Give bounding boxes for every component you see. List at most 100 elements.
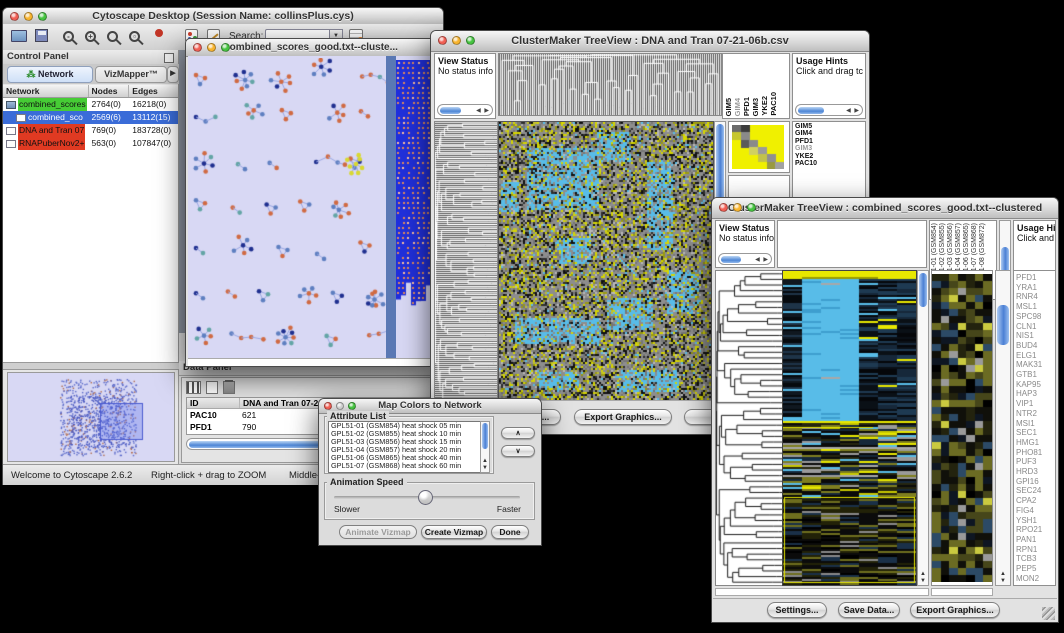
- tv2-row-label[interactable]: SEC1: [1014, 428, 1055, 438]
- tv2-heatmap-canvas[interactable]: [782, 270, 917, 586]
- network-table-row[interactable]: DNA and Tran 07 769(0) 183728(0): [3, 124, 178, 137]
- splitter-handle[interactable]: [3, 362, 179, 370]
- attribute-listbox[interactable]: GPL51-01 (GSM854) heat shock 05 minGPL51…: [328, 421, 482, 473]
- tab-network[interactable]: ⁂ Network: [7, 66, 93, 83]
- close-icon[interactable]: [193, 43, 202, 52]
- tv1-thumbnail-panel[interactable]: [728, 121, 790, 173]
- minimize-icon[interactable]: [24, 12, 33, 21]
- minimize-icon[interactable]: [336, 402, 344, 410]
- zoom-window-icon[interactable]: [747, 203, 756, 212]
- tv2-rowlabel-scrollbar[interactable]: ▲▼: [995, 270, 1011, 586]
- tv2-row-label[interactable]: MAK31: [1014, 360, 1055, 370]
- treeview2-titlebar[interactable]: ClusterMaker TreeView : combined_scores_…: [712, 198, 1058, 219]
- tv1-export-graphics-button[interactable]: Export Graphics...: [574, 409, 672, 425]
- tv2-save-data-button[interactable]: Save Data...: [838, 602, 900, 618]
- minimize-icon[interactable]: [452, 36, 461, 45]
- tv1-row-label[interactable]: GIM5: [793, 123, 865, 130]
- tv2-zoom-panel[interactable]: [931, 270, 993, 586]
- tv2-row-label[interactable]: NIS1: [1014, 331, 1055, 341]
- tv2-row-label[interactable]: PEP5: [1014, 564, 1055, 574]
- tv2-row-label[interactable]: KAP95: [1014, 380, 1055, 390]
- help-lifesaver-icon[interactable]: [155, 29, 163, 37]
- done-button[interactable]: Done: [491, 525, 529, 539]
- tv2-row-label[interactable]: PFD1: [1014, 273, 1055, 283]
- tv2-row-label[interactable]: RPN1: [1014, 545, 1055, 555]
- tv2-heatmap-vscrollbar[interactable]: ▲▼: [917, 270, 929, 586]
- zoom-out-icon[interactable]: -: [63, 31, 74, 42]
- tv2-row-label[interactable]: SEC24: [1014, 486, 1055, 496]
- tv2-row-label[interactable]: FIG4: [1014, 506, 1055, 516]
- new-attribute-icon[interactable]: [206, 381, 218, 394]
- zoom-in-icon[interactable]: +: [85, 31, 96, 42]
- float-panel-icon[interactable]: [164, 53, 174, 63]
- network-graph-canvas[interactable]: [188, 58, 388, 358]
- attribute-list-item[interactable]: GPL51-07 (GSM868) heat shock 60 min: [329, 462, 481, 470]
- tv1-row-label[interactable]: PFD1: [793, 138, 865, 145]
- tv2-row-label[interactable]: TCB3: [1014, 554, 1055, 564]
- tv2-row-label[interactable]: HMG1: [1014, 438, 1055, 448]
- tv2-row-label[interactable]: NTR2: [1014, 409, 1055, 419]
- tv2-row-label[interactable]: BUD4: [1014, 341, 1055, 351]
- tv2-row-label[interactable]: PAN1: [1014, 535, 1055, 545]
- dense-subnetwork-canvas[interactable]: [396, 60, 434, 310]
- tv2-row-label[interactable]: SPC98: [1014, 312, 1055, 322]
- tv2-status-scrollbar[interactable]: ◀ ▶: [718, 253, 772, 265]
- tv2-row-label[interactable]: HAP3: [1014, 389, 1055, 399]
- tv2-row-label[interactable]: MSI1: [1014, 419, 1055, 429]
- tv2-row-label[interactable]: HRD3: [1014, 467, 1055, 477]
- tv1-column-label[interactable]: GIM5: [725, 98, 733, 116]
- close-icon[interactable]: [438, 36, 447, 45]
- tv1-row-label[interactable]: YKE2: [793, 153, 865, 160]
- scroll-arrows-icon[interactable]: ▲▼: [918, 571, 928, 585]
- tv2-row-label[interactable]: YSH1: [1014, 516, 1055, 526]
- tv2-row-dendrogram[interactable]: [715, 270, 783, 586]
- tv2-row-label[interactable]: CPA2: [1014, 496, 1055, 506]
- scroll-arrows-icon[interactable]: ▲▼: [996, 571, 1010, 585]
- network-canvas-area[interactable]: [188, 56, 434, 358]
- tv1-column-label[interactable]: PAC10: [770, 92, 778, 116]
- tv2-row-label[interactable]: ELG1: [1014, 351, 1055, 361]
- tv1-status-scrollbar[interactable]: ◀ ▶: [437, 104, 493, 116]
- tv1-column-label[interactable]: GIM4: [734, 98, 742, 116]
- tv2-row-label[interactable]: GPI16: [1014, 477, 1055, 487]
- tv2-export-graphics-button[interactable]: Export Graphics...: [910, 602, 1000, 618]
- tv1-column-labels[interactable]: GIM5GIM4PFD1GIM3YKE2PAC10: [722, 53, 790, 119]
- tv1-row-label[interactable]: GIM4: [793, 130, 865, 137]
- tv2-settings-button[interactable]: Settings...: [767, 602, 827, 618]
- minimize-icon[interactable]: [733, 203, 742, 212]
- close-icon[interactable]: [10, 12, 19, 21]
- tv2-zoom-hscrollbar[interactable]: [931, 588, 993, 596]
- tv1-column-label[interactable]: GIM3: [752, 98, 760, 116]
- tv2-row-label[interactable]: MSL1: [1014, 302, 1055, 312]
- open-file-icon[interactable]: [11, 30, 27, 42]
- network-hscrollbar[interactable]: [188, 358, 434, 366]
- zoom-window-icon[interactable]: [348, 402, 356, 410]
- tv2-row-label[interactable]: RPO21: [1014, 525, 1055, 535]
- tv1-column-label[interactable]: YKE2: [761, 96, 769, 116]
- tv1-hints-scrollbar[interactable]: ◀ ▶: [795, 104, 863, 116]
- tv1-row-dendrogram[interactable]: [434, 121, 498, 401]
- tv2-row-label[interactable]: PHO81: [1014, 448, 1055, 458]
- tab-vizmapper[interactable]: VizMapper™: [95, 66, 167, 83]
- create-vizmap-button[interactable]: Create Vizmap: [421, 525, 487, 539]
- tv2-row-label[interactable]: CLN1: [1014, 322, 1055, 332]
- tv2-zoom-heatmap[interactable]: [932, 274, 992, 582]
- tv1-row-label[interactable]: GIM3: [793, 145, 865, 152]
- close-icon[interactable]: [719, 203, 728, 212]
- move-down-button[interactable]: ∨: [501, 445, 535, 457]
- network-table-row[interactable]: combined_sco 2569(6) 13112(15): [3, 111, 178, 124]
- tv1-column-label[interactable]: PFD1: [743, 97, 751, 116]
- resize-grip[interactable]: [1042, 607, 1055, 620]
- tv2-row-label[interactable]: RNR4: [1014, 292, 1055, 302]
- scroll-arrows-icon[interactable]: ▲▼: [481, 458, 489, 472]
- tv2-column-dendrogram[interactable]: [777, 220, 927, 268]
- tv1-thumbnail-heatmap[interactable]: [732, 125, 784, 169]
- zoom-window-icon[interactable]: [466, 36, 475, 45]
- move-up-button[interactable]: ∧: [501, 427, 535, 439]
- zoom-window-icon[interactable]: [38, 12, 47, 21]
- network-view-titlebar[interactable]: combined_scores_good.txt--cluste...: [186, 39, 436, 57]
- close-icon[interactable]: [324, 402, 332, 410]
- birdseye-view[interactable]: [7, 372, 175, 462]
- network-table-row[interactable]: RNAPuberNov2+ 563(0) 107847(0): [3, 137, 178, 150]
- tv2-row-label[interactable]: VIP1: [1014, 399, 1055, 409]
